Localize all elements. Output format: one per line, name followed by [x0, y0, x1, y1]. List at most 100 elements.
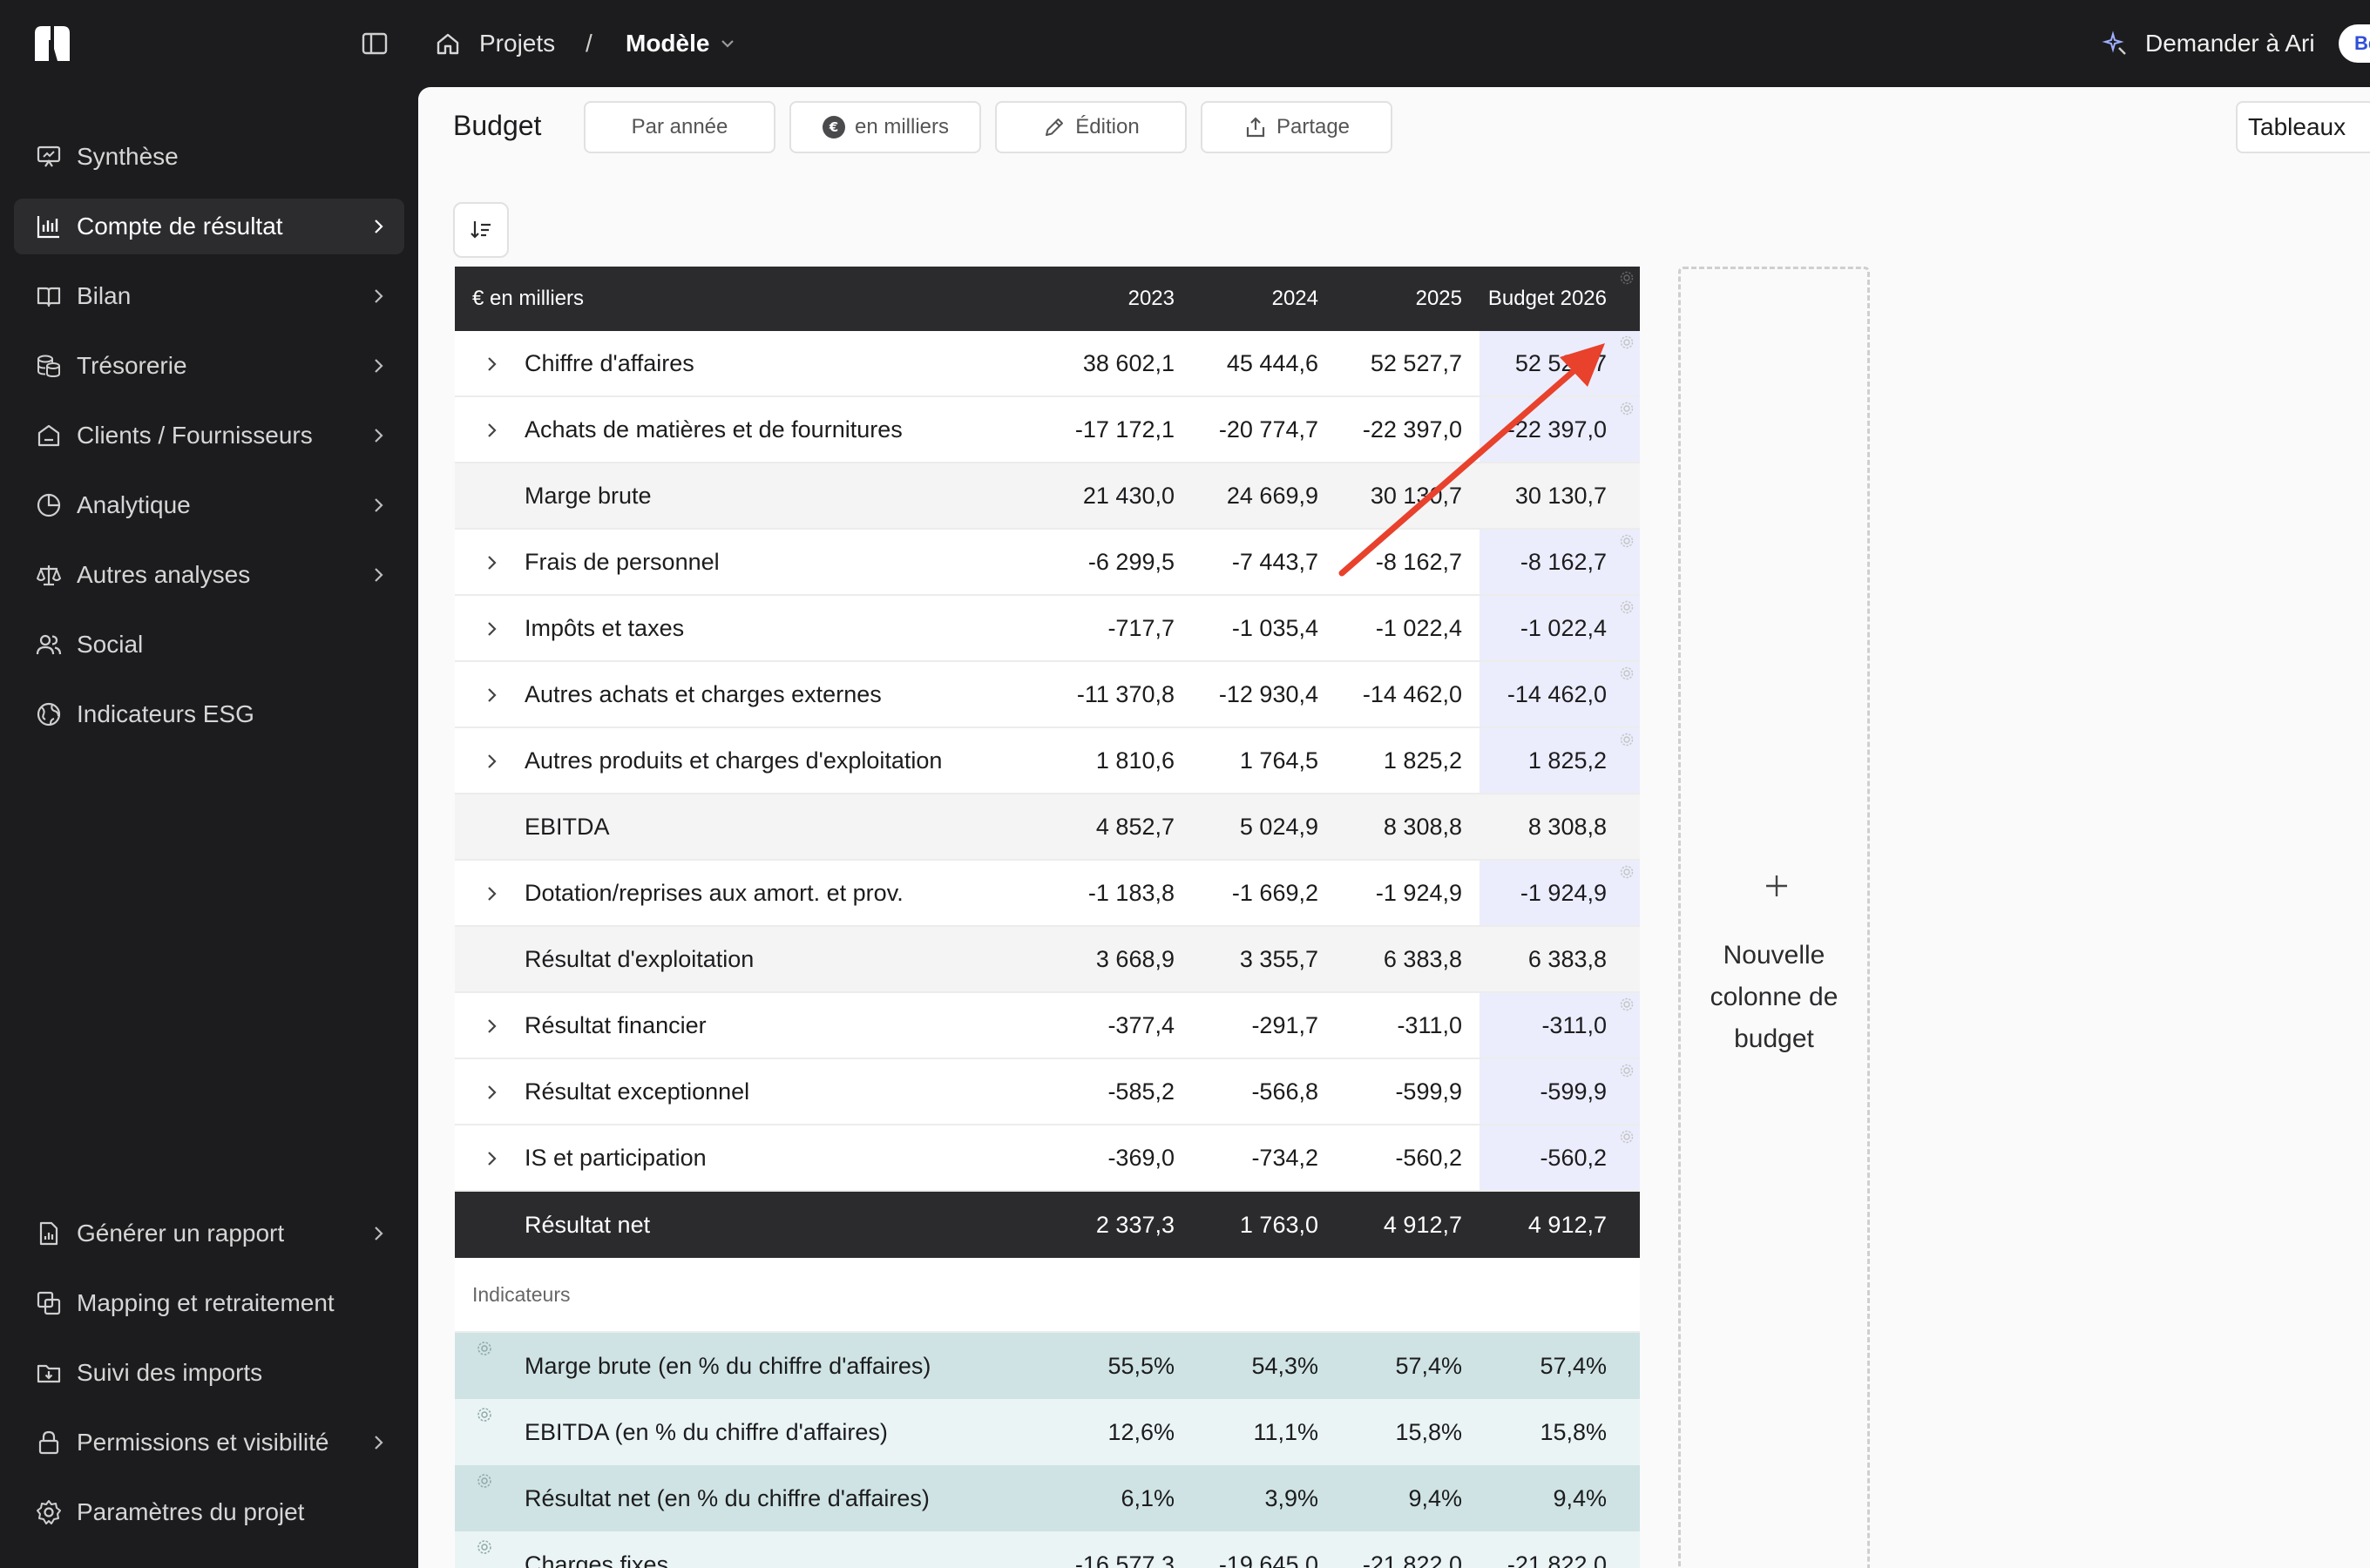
cell-budget[interactable]: -1 924,9 — [1467, 861, 1607, 925]
gear-icon[interactable] — [1619, 401, 1635, 416]
sidebar-item-label: Indicateurs ESG — [77, 700, 254, 727]
gear-icon[interactable] — [1619, 864, 1635, 880]
indicator-row[interactable]: Résultat net (en % du chiffre d'affaires… — [455, 1465, 1640, 1531]
sidebar-item-social[interactable]: Social — [14, 617, 404, 672]
chevron-right-icon[interactable] — [481, 354, 502, 375]
sidebar-item-bilan[interactable]: Bilan — [14, 268, 404, 324]
unit-button[interactable]: € en milliers — [789, 101, 981, 153]
table-row[interactable]: Résultat financier -377,4 -291,7 -311,0 -311… — [455, 993, 1640, 1059]
sidebar-item-label: Autres analyses — [77, 561, 251, 588]
gear-icon[interactable] — [1619, 335, 1635, 350]
sidebar-item-parametres-projet[interactable]: Paramètres du projet — [14, 1484, 404, 1540]
edit-button[interactable]: Édition — [995, 101, 1187, 153]
breadcrumb-model[interactable]: Modèle — [626, 26, 737, 61]
gear-icon[interactable] — [1619, 1129, 1635, 1145]
chevron-right-icon[interactable] — [481, 618, 502, 639]
gear-icon[interactable] — [1619, 270, 1635, 286]
cell-budget[interactable]: -599,9 — [1467, 1059, 1607, 1124]
chevron-right-icon — [368, 216, 389, 237]
cell-budget[interactable]: -560,2 — [1467, 1125, 1607, 1190]
sidebar-item-compte-de-resultat[interactable]: Compte de résultat — [14, 199, 404, 254]
cell-budget[interactable]: -1 022,4 — [1467, 596, 1607, 660]
gear-icon[interactable] — [1619, 666, 1635, 681]
row-label: Impôts et taxes — [525, 614, 685, 641]
cell-2025: 6 383,8 — [1383, 945, 1462, 972]
table-row[interactable]: Chiffre d'affaires 38 602,1 45 444,6 52 527… — [455, 331, 1640, 397]
indicator-row[interactable]: Charges fixes -16 577,3 -19 645,0 -21 822,0… — [455, 1531, 1640, 1568]
cell-budget: 6 383,8 — [1527, 945, 1607, 972]
sidebar-item-mapping-retraitement[interactable]: Mapping et retraitement — [14, 1275, 404, 1331]
row-label: Dotation/reprises aux amort. et prov. — [525, 879, 904, 906]
sidebar-item-autres-analyses[interactable]: Autres analyses — [14, 547, 404, 603]
cell-budget[interactable]: -311,0 — [1467, 993, 1607, 1058]
row-label: Résultat exceptionnel — [525, 1078, 750, 1105]
cell-budget[interactable]: -22 397,0 — [1467, 397, 1607, 462]
gear-icon[interactable] — [476, 1538, 493, 1556]
table-row[interactable]: Impôts et taxes -717,7 -1 035,4 -1 022,4 -1 … — [455, 596, 1640, 662]
chevron-right-icon[interactable] — [481, 751, 502, 772]
sidebar-item-permissions-visibilite[interactable]: Permissions et visibilité — [14, 1415, 404, 1470]
cell-2025: -22 397,0 — [1362, 416, 1462, 443]
chevron-down-icon — [709, 34, 737, 53]
app-logo[interactable] — [31, 23, 73, 64]
sidebar-item-synthese[interactable]: Synthèse — [14, 129, 404, 185]
sidebar-item-suivi-imports[interactable]: Suivi des imports — [14, 1345, 404, 1401]
gear-icon[interactable] — [476, 1340, 493, 1357]
gear-icon[interactable] — [1619, 1063, 1635, 1078]
chevron-right-icon[interactable] — [481, 552, 502, 573]
gear-icon[interactable] — [1619, 997, 1635, 1012]
chevron-right-icon[interactable] — [481, 1016, 502, 1037]
chevron-right-icon[interactable] — [481, 1082, 502, 1103]
gear-icon[interactable] — [476, 1472, 493, 1490]
cell-2024: 45 444,6 — [1226, 349, 1318, 376]
table-row[interactable]: Autres achats et charges externes -11 370… — [455, 662, 1640, 728]
share-button[interactable]: Partage — [1201, 101, 1392, 153]
row-label: EBITDA (en % du chiffre d'affaires) — [525, 1418, 888, 1445]
by-year-button[interactable]: Par année — [584, 101, 775, 153]
row-label: Autres achats et charges externes — [525, 680, 882, 707]
gear-icon[interactable] — [476, 1406, 493, 1423]
chevron-right-icon — [368, 286, 389, 307]
report-icon — [35, 1220, 63, 1247]
ask-ai-button[interactable]: Demander à Ari — [2102, 26, 2315, 61]
indicator-row[interactable]: EBITDA (en % du chiffre d'affaires) 12,6%… — [455, 1399, 1640, 1465]
table-row[interactable]: Résultat exceptionnel -585,2 -566,8 -599,9-… — [455, 1059, 1640, 1125]
sidebar-item-analytique[interactable]: Analytique — [14, 477, 404, 533]
income-statement-table: € en milliers 2023 2024 2025 Budget 2026… — [455, 267, 1640, 1568]
cell-budget[interactable]: 52 527,7 — [1467, 331, 1607, 395]
chevron-right-icon[interactable] — [481, 883, 502, 904]
breadcrumb-projects[interactable]: Projets — [434, 26, 555, 61]
chevron-right-icon[interactable] — [481, 1148, 502, 1169]
new-budget-column-button[interactable]: Nouvelle colonne de budget — [1678, 267, 1870, 1568]
gear-icon[interactable] — [1619, 732, 1635, 747]
cell-2025: -560,2 — [1395, 1144, 1462, 1171]
cell-budget: 57,4% — [1540, 1352, 1607, 1379]
sidebar-item-tresorerie[interactable]: Trésorerie — [14, 338, 404, 394]
table-row[interactable]: Achats de matières et de fournitures -17 … — [455, 397, 1640, 463]
indicator-row[interactable]: Marge brute (en % du chiffre d'affaires)… — [455, 1333, 1640, 1399]
sidebar-item-indicateurs-esg[interactable]: Indicateurs ESG — [14, 686, 404, 742]
chevron-right-icon[interactable] — [481, 420, 502, 441]
table-row[interactable]: IS et participation -369,0 -734,2 -560,2 -56… — [455, 1125, 1640, 1192]
table-row[interactable]: Dotation/reprises aux amort. et prov. -1 … — [455, 861, 1640, 927]
svg-text:€: € — [829, 119, 838, 135]
sidebar-item-generer-rapport[interactable]: Générer un rapport — [14, 1206, 404, 1261]
sort-button[interactable] — [453, 202, 509, 258]
cell-2024: 5 024,9 — [1239, 813, 1318, 840]
gear-icon[interactable] — [1619, 533, 1635, 549]
chevron-right-icon[interactable] — [481, 685, 502, 706]
cell-budget[interactable]: 1 825,2 — [1467, 728, 1607, 793]
indicators-title: Indicateurs — [472, 1282, 571, 1306]
header-budget-2026[interactable]: Budget 2026 — [1467, 267, 1607, 331]
sidebar-toggle-icon[interactable] — [361, 30, 389, 57]
sidebar-item-clients-fournisseurs[interactable]: Clients / Fournisseurs — [14, 408, 404, 463]
cell-budget[interactable]: -14 462,0 — [1467, 662, 1607, 727]
table-row[interactable]: Frais de personnel -6 299,5 -7 443,7 -8 162… — [455, 530, 1640, 596]
subtotal-row: Marge brute 21 430,0 24 669,9 30 130,7 30 13… — [455, 463, 1640, 530]
tables-button[interactable]: Tableaux — [2236, 101, 2370, 153]
scale-icon — [35, 561, 63, 589]
gear-icon[interactable] — [1619, 599, 1635, 615]
cell-budget[interactable]: -8 162,7 — [1467, 530, 1607, 594]
table-row[interactable]: Autres produits et charges d'exploitatio… — [455, 728, 1640, 794]
row-label: Chiffre d'affaires — [525, 349, 694, 376]
